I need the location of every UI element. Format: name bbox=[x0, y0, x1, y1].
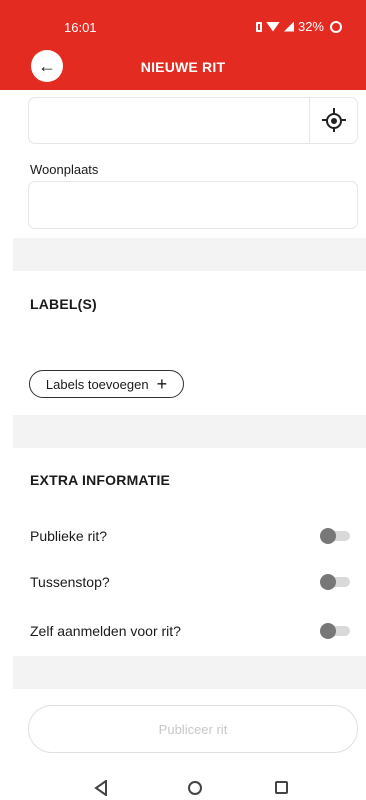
toggle-label: Tussenstop? bbox=[30, 574, 110, 590]
add-labels-button[interactable]: Labels toevoegen + bbox=[29, 370, 184, 398]
publish-button[interactable]: Publiceer rit bbox=[28, 705, 358, 753]
extra-section-title: EXTRA INFORMATIE bbox=[30, 472, 171, 488]
status-time: 16:01 bbox=[64, 20, 97, 35]
toggle-row-tussenstop: Tussenstop? bbox=[30, 570, 350, 594]
plus-icon: + bbox=[156, 374, 168, 394]
app-bar: ← NIEUWE RIT bbox=[0, 46, 366, 90]
status-icons: 32% bbox=[255, 19, 342, 34]
toggle-label: Zelf aanmelden voor rit? bbox=[30, 623, 181, 639]
vibrate-icon bbox=[255, 21, 262, 32]
status-bar: 16:01 32% bbox=[0, 0, 366, 46]
locate-button[interactable] bbox=[309, 98, 357, 143]
toggle-row-publiek: Publieke rit? bbox=[30, 524, 350, 548]
toggle-label: Publieke rit? bbox=[30, 528, 108, 544]
battery-icon bbox=[330, 20, 342, 33]
address-input[interactable] bbox=[28, 97, 358, 144]
section-divider bbox=[13, 656, 366, 689]
woonplaats-label: Woonplaats bbox=[30, 162, 99, 177]
wifi-icon bbox=[265, 21, 280, 32]
woonplaats-input[interactable] bbox=[28, 181, 358, 229]
system-nav-bar bbox=[0, 772, 366, 800]
signal-icon bbox=[283, 21, 294, 32]
battery-percent: 32% bbox=[297, 19, 324, 34]
crosshair-icon bbox=[325, 112, 342, 129]
section-divider bbox=[13, 238, 366, 271]
toggle-switch[interactable] bbox=[320, 574, 350, 590]
toggle-switch[interactable] bbox=[320, 623, 350, 639]
nav-back-icon[interactable] bbox=[94, 780, 108, 796]
toggle-row-zelf-aanmelden: Zelf aanmelden voor rit? bbox=[30, 619, 350, 643]
toggle-switch[interactable] bbox=[320, 528, 350, 544]
nav-recent-apps-icon[interactable] bbox=[275, 781, 288, 794]
page-title: NIEUWE RIT bbox=[140, 59, 226, 75]
section-divider bbox=[13, 415, 366, 448]
nav-home-icon[interactable] bbox=[188, 781, 202, 795]
add-labels-label: Labels toevoegen bbox=[45, 376, 149, 392]
labels-section-title: LABEL(S) bbox=[30, 296, 97, 312]
